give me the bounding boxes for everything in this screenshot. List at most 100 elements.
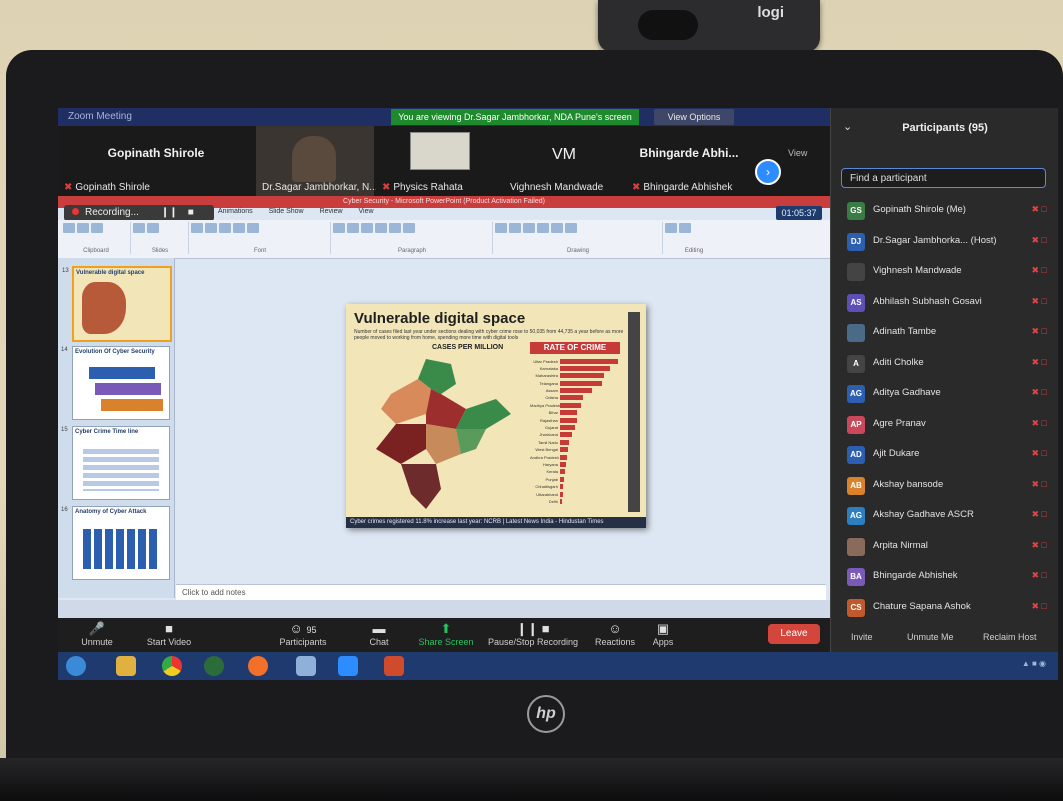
tab-animations[interactable]: Animations bbox=[218, 208, 253, 215]
powerpoint-icon[interactable] bbox=[384, 656, 404, 676]
muted-mic-icon: ✖ □ bbox=[1031, 265, 1047, 275]
participant-row[interactable]: Arpita Nirmal ✖ □ bbox=[831, 532, 1058, 563]
crime-bar bbox=[560, 358, 618, 364]
crime-bar bbox=[560, 402, 581, 408]
participant-row[interactable]: AS Abhilash Subhash Gosavi ✖ □ bbox=[831, 288, 1058, 319]
laptop-base bbox=[0, 758, 1063, 801]
participant-row[interactable]: AG Akshay Gadhave ASCR ✖ □ bbox=[831, 501, 1058, 532]
state-label: Haryana bbox=[542, 461, 558, 467]
participant-name: Akshay Gadhave ASCR bbox=[873, 509, 974, 520]
video-tile[interactable]: VM Vighnesh Mandwade bbox=[504, 126, 624, 196]
participant-row[interactable]: A Aditi Cholke ✖ □ bbox=[831, 349, 1058, 380]
video-tile[interactable]: Bhingarde Abhi... ✖ Bhingarde Abhishek bbox=[626, 126, 752, 196]
avatar: AB bbox=[847, 476, 865, 495]
crime-bar-row: Jharkhand bbox=[530, 432, 622, 438]
slide-thumbnail[interactable]: 14 Evolution Of Cyber Security bbox=[61, 346, 170, 420]
video-tile[interactable]: ✖ Physics Rahata bbox=[376, 126, 502, 196]
leave-button[interactable]: Leave bbox=[768, 624, 820, 644]
notepad-icon[interactable] bbox=[296, 656, 316, 676]
start-button-icon[interactable] bbox=[66, 656, 86, 676]
current-slide[interactable]: Vulnerable digital space Number of cases… bbox=[346, 304, 646, 528]
share-screen-button[interactable]: ⬆ Share Screen bbox=[406, 621, 486, 647]
firefox-icon[interactable] bbox=[248, 656, 268, 676]
ribbon: Clipboard Slides Font Paragraph Drawing … bbox=[58, 220, 830, 259]
slide-thumbnail[interactable]: 16 Anatomy of Cyber Attack bbox=[61, 506, 170, 580]
slide-thumbnail[interactable]: 13 Vulnerable digital space bbox=[62, 266, 172, 342]
tab-review[interactable]: Review bbox=[320, 208, 343, 215]
avatar: CS bbox=[847, 598, 865, 617]
participant-row[interactable]: DJ Dr.Sagar Jambhorka... (Host) ✖ □ bbox=[831, 227, 1058, 258]
slide-caption: Cyber crimes registered 11.8% increase l… bbox=[346, 517, 646, 528]
participants-button[interactable]: ☺ 95 Participants bbox=[268, 621, 338, 647]
crime-bar-row: Kerala bbox=[530, 469, 622, 475]
participant-row[interactable]: BA Bhingarde Abhishek ✖ □ bbox=[831, 562, 1058, 593]
ribbon-group-slides: Slides bbox=[132, 222, 189, 254]
crime-bar-row: Tamil Nadu bbox=[530, 439, 622, 445]
ribbon-group-font: Font bbox=[190, 222, 331, 254]
start-video-button[interactable]: ■ Start Video bbox=[134, 621, 204, 647]
app-icon[interactable] bbox=[204, 656, 224, 676]
chat-icon: ▬ bbox=[372, 621, 386, 636]
apps-icon: ▣ bbox=[656, 621, 670, 636]
powerpoint-window: Cyber Security - Microsoft PowerPoint (P… bbox=[58, 196, 830, 618]
state-label: West Bengal bbox=[535, 447, 558, 453]
state-label: Andhra Pradesh bbox=[530, 454, 559, 460]
video-tile[interactable]: Gopinath Shirole ✖ Gopinath Shirole bbox=[58, 126, 254, 196]
crime-bar bbox=[560, 439, 569, 445]
chrome-icon[interactable] bbox=[162, 656, 182, 676]
avatar: AD bbox=[847, 446, 865, 464]
crime-bar-row: Uttarakhand bbox=[530, 491, 622, 497]
crime-bar bbox=[560, 447, 568, 453]
avatar bbox=[847, 263, 865, 281]
crime-bar bbox=[560, 432, 572, 438]
apps-button[interactable]: ▣ Apps bbox=[628, 621, 698, 647]
stop-icon[interactable]: ■ bbox=[188, 207, 194, 218]
muted-mic-icon: ✖ □ bbox=[1031, 204, 1047, 214]
participant-row[interactable]: Vighnesh Mandwade ✖ □ bbox=[831, 257, 1058, 288]
tab-slide-show[interactable]: Slide Show bbox=[269, 208, 304, 215]
muted-mic-icon: ✖ □ bbox=[1031, 326, 1047, 336]
invite-button[interactable]: Invite bbox=[851, 632, 873, 642]
pause-icon[interactable]: ❙❙ bbox=[161, 207, 178, 218]
crime-bar bbox=[560, 469, 565, 475]
file-explorer-icon[interactable] bbox=[116, 656, 136, 676]
crime-bar bbox=[560, 461, 566, 467]
participant-row[interactable]: AG Aditya Gadhave ✖ □ bbox=[831, 379, 1058, 410]
webcam: logi bbox=[598, 0, 820, 52]
video-tile[interactable]: Dr.Sagar Jambhorkar, N... bbox=[256, 126, 378, 196]
notes-field[interactable]: Click to add notes bbox=[176, 584, 826, 600]
unmute-button[interactable]: 🎤 Unmute bbox=[62, 621, 132, 647]
state-label: Odisha bbox=[545, 395, 558, 401]
reclaim-host-button[interactable]: Reclaim Host bbox=[983, 632, 1037, 642]
participant-row[interactable]: AD Ajit Dukare ✖ □ bbox=[831, 440, 1058, 471]
crime-bar-row: West Bengal bbox=[530, 447, 622, 453]
view-button[interactable]: View bbox=[788, 148, 807, 158]
muted-mic-icon: ✖ □ bbox=[1031, 539, 1047, 550]
participant-row[interactable]: CS Chature Sapana Ashok ✖ □ bbox=[831, 593, 1058, 624]
pause-stop-recording-button[interactable]: ❙❙ ■ Pause/Stop Recording bbox=[476, 621, 590, 647]
slide-thumbnail[interactable]: 15 Cyber Crime Time line bbox=[61, 426, 170, 500]
webcam-lens bbox=[638, 10, 698, 40]
muted-mic-icon: ✖ □ bbox=[1031, 600, 1047, 611]
ribbon-group-drawing: Drawing bbox=[494, 222, 663, 254]
view-options-button[interactable]: View Options bbox=[654, 109, 734, 125]
crime-bar-row: Chhattisgarh bbox=[530, 484, 622, 490]
zoom-icon[interactable] bbox=[338, 656, 358, 676]
share-screen-icon: ⬆ bbox=[440, 621, 452, 636]
tile-display-name: Gopinath Shirole bbox=[107, 146, 205, 160]
participant-row[interactable]: AB Akshay bansode ✖ □ bbox=[831, 471, 1058, 502]
state-label: Kerala bbox=[546, 469, 558, 475]
unmute-me-button[interactable]: Unmute Me bbox=[907, 632, 954, 642]
participant-search-input[interactable]: Find a participant bbox=[841, 168, 1046, 188]
tab-view[interactable]: View bbox=[358, 208, 373, 215]
participant-row[interactable]: AP Agre Pranav ✖ □ bbox=[831, 410, 1058, 441]
chat-button[interactable]: ▬ Chat bbox=[344, 621, 414, 647]
participant-row[interactable]: GS Gopinath Shirole (Me) ✖ □ bbox=[831, 196, 1058, 227]
crime-bar bbox=[560, 410, 577, 416]
participant-row[interactable]: Adinath Tambe ✖ □ bbox=[831, 318, 1058, 349]
next-page-button[interactable]: › bbox=[755, 159, 781, 185]
participant-name: Aditi Cholke bbox=[873, 356, 924, 368]
presenter-video bbox=[292, 136, 336, 182]
state-label: Chhattisgarh bbox=[535, 484, 558, 490]
avatar: A bbox=[847, 354, 865, 373]
